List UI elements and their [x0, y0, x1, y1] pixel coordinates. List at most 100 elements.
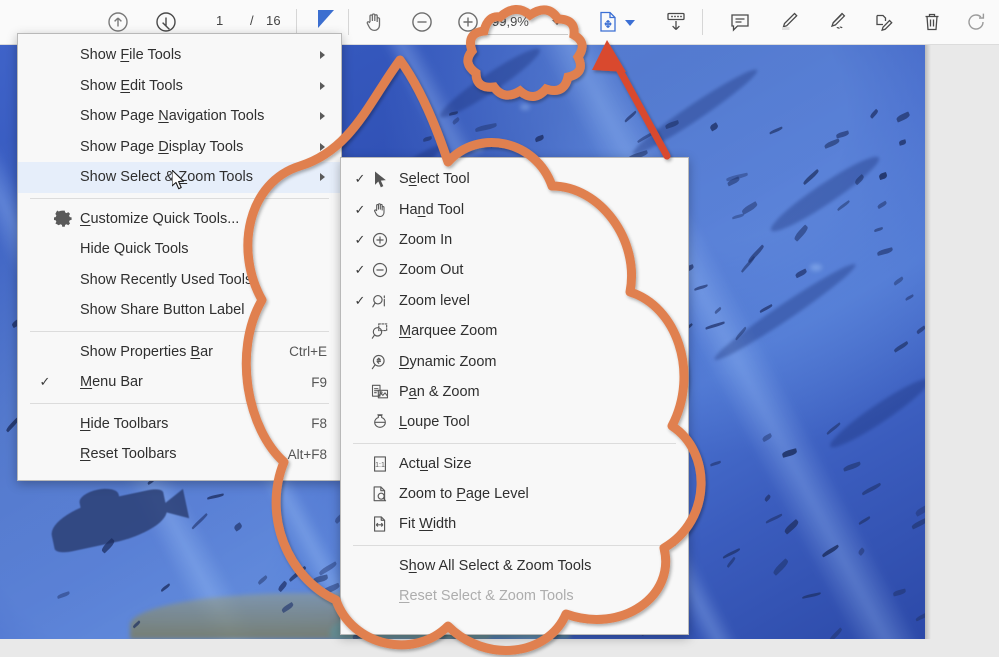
menu-item-hide-quick-tools[interactable]: Hide Quick Tools [18, 234, 341, 265]
page-up-icon[interactable] [104, 8, 132, 36]
zoom-in-icon[interactable] [454, 8, 482, 36]
menu-item-label: Loupe Tool [399, 414, 470, 430]
page-down-icon[interactable] [152, 8, 180, 36]
menu-item-show-edit-tools[interactable]: Show Edit Tools [18, 71, 341, 102]
menu-item-label: Pan & Zoom [399, 384, 480, 400]
zoom-level-dropdown-icon[interactable] [552, 20, 562, 25]
menu-item-shortcut: Ctrl+E [289, 344, 327, 359]
select-and-zoom-submenu[interactable]: ✓Select Tool✓Hand Tool✓Zoom In✓Zoom Out✓… [340, 157, 689, 635]
menu-item-zoom-in[interactable]: ✓ Zoom In [341, 225, 688, 255]
menu-item-shortcut: F8 [311, 416, 327, 431]
total-page-count: 16 [266, 13, 281, 28]
highlight-icon[interactable] [774, 8, 802, 36]
toolbar-context-menu[interactable]: Show File Tools Show Edit Tools Show Page … [17, 33, 342, 481]
fit-page-dropdown-icon[interactable] [625, 20, 635, 26]
dynamic-zoom-icon [369, 351, 391, 373]
menu-item-show-properties-bar[interactable]: Show Properties Bar Ctrl+E [18, 337, 341, 368]
menu-item-select-tool[interactable]: ✓Select Tool [341, 164, 688, 194]
menu-separator [30, 198, 329, 199]
menu-item-hide-toolbars[interactable]: Hide Toolbars F8 [18, 409, 341, 440]
menu-item-label: Customize Quick Tools... [80, 211, 239, 227]
select-arrow-icon[interactable] [318, 10, 334, 28]
menu-item-show-page-navigation-tools[interactable]: Show Page Navigation Tools [18, 101, 341, 132]
actual-size-icon: 1:1 [369, 453, 391, 475]
menu-item-label: Show Recently Used Tools [80, 272, 252, 288]
checkmark-icon: ✓ [349, 202, 371, 218]
menu-item-reset-select-zoom-tools: Reset Select & Zoom Tools [341, 581, 688, 611]
menu-item-shortcut: F9 [311, 375, 327, 390]
menu-item-fit-width[interactable]: Fit Width [341, 509, 688, 539]
menu-item-label: Fit Width [399, 516, 456, 532]
menu-item-customize-quick-tools[interactable]: Customize Quick Tools... [18, 204, 341, 235]
menu-item-label: Show Select & Zoom Tools [80, 169, 253, 185]
menu-item-dynamic-zoom[interactable]: Dynamic Zoom [341, 346, 688, 376]
rotate-icon[interactable] [962, 8, 990, 36]
gear-icon [52, 208, 74, 230]
menu-item-reset-toolbars[interactable]: Reset ToolbarsAlt+F8 [18, 439, 341, 470]
menu-item-hand-tool[interactable]: ✓ Hand Tool [341, 194, 688, 224]
menu-item-zoom-to-page-level[interactable]: Zoom to Page Level [341, 479, 688, 509]
menu-item-label: Actual Size [399, 456, 472, 472]
submenu-arrow-icon [320, 82, 325, 90]
menu-separator [353, 545, 676, 546]
submenu-arrow-icon [320, 51, 325, 59]
menu-item-label: Zoom Out [399, 262, 463, 278]
menu-item-show-share-button-label[interactable]: Show Share Button Label [18, 295, 341, 326]
menu-item-actual-size[interactable]: 1:1 Actual Size [341, 449, 688, 479]
menu-item-label: Hide Toolbars [80, 416, 168, 432]
menu-item-label: Reset Select & Zoom Tools [399, 588, 574, 604]
menu-item-label: Zoom In [399, 232, 452, 248]
menu-item-label: Show Page Navigation Tools [80, 108, 264, 124]
zoom-level-icon [369, 290, 391, 312]
menu-item-label: Show All Select & Zoom Tools [399, 558, 591, 574]
download-page-icon[interactable] [662, 8, 690, 36]
menu-item-show-file-tools[interactable]: Show File Tools [18, 40, 341, 71]
comment-icon[interactable] [726, 8, 754, 36]
plus-circle-icon [369, 229, 391, 251]
menu-item-label: Zoom level [399, 293, 470, 309]
sign-icon[interactable] [822, 8, 850, 36]
menu-item-label: Dynamic Zoom [399, 354, 497, 370]
menu-item-label: Show File Tools [80, 47, 181, 63]
menu-item-zoom-out[interactable]: ✓ Zoom Out [341, 255, 688, 285]
checkmark-icon: ✓ [34, 374, 56, 390]
menu-item-label: Hide Quick Tools [80, 241, 189, 257]
checkmark-icon: ✓ [349, 232, 371, 248]
svg-text:1:1: 1:1 [375, 462, 385, 469]
menu-item-label: Marquee Zoom [399, 323, 497, 339]
fit-width-icon [369, 513, 391, 535]
checkmark-icon: ✓ [349, 293, 371, 309]
menu-item-show-all-select-zoom-tools[interactable]: Show All Select & Zoom Tools [341, 551, 688, 581]
delete-icon[interactable] [918, 8, 946, 36]
checkmark-icon: ✓ [349, 171, 371, 187]
menu-separator [30, 403, 329, 404]
menu-separator [30, 331, 329, 332]
menu-item-loupe-tool[interactable]: Loupe Tool [341, 407, 688, 437]
fit-page-icon[interactable] [594, 8, 622, 36]
menu-item-label: Hand Tool [399, 202, 464, 218]
checkmark-icon: ✓ [349, 262, 371, 278]
minus-circle-icon [369, 259, 391, 281]
hand-tool-icon[interactable] [360, 8, 388, 36]
menu-item-label: Show Page Display Tools [80, 139, 243, 155]
menu-item-pan-zoom[interactable]: Pan & Zoom [341, 377, 688, 407]
menu-item-label: Menu Bar [80, 374, 143, 390]
menu-item-label: Show Properties Bar [80, 344, 213, 360]
menu-separator [353, 443, 676, 444]
zoom-level-value[interactable]: 99,9% [492, 14, 529, 29]
menu-item-zoom-level[interactable]: ✓ Zoom level [341, 286, 688, 316]
current-page-number[interactable]: 1 [216, 13, 223, 28]
menu-item-show-page-display-tools[interactable]: Show Page Display Tools [18, 132, 341, 163]
menu-item-marquee-zoom[interactable]: Marquee Zoom [341, 316, 688, 346]
mouse-cursor [172, 170, 186, 190]
zoom-out-icon[interactable] [408, 8, 436, 36]
menu-item-label: Reset Toolbars [80, 446, 176, 462]
loupe-icon [369, 411, 391, 433]
pan-zoom-icon [369, 381, 391, 403]
menu-item-menu-bar[interactable]: ✓ Menu Bar F9 [18, 367, 341, 398]
edit-page-icon[interactable] [870, 8, 898, 36]
menu-item-show-recently-used-tools[interactable]: Show Recently Used Tools [18, 265, 341, 296]
submenu-arrow-icon [320, 112, 325, 120]
hand-icon [369, 199, 391, 221]
page-separator: / [250, 13, 254, 28]
